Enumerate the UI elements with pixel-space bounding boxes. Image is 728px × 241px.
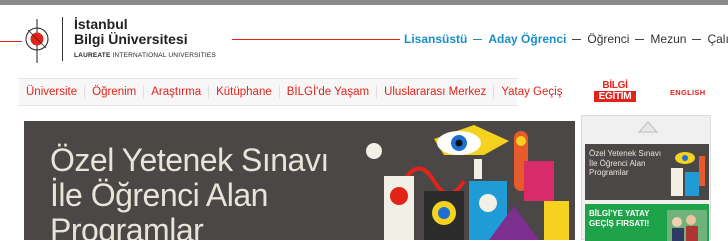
- audience-nav: Lisansüstü Aday Öğrenci Öğrenci Mezun Ça…: [404, 32, 728, 46]
- logo-subtitle-bold: LAUREATE: [74, 52, 111, 59]
- nav-separator: [473, 38, 483, 40]
- hero-title-line1: Özel Yetenek Sınavı: [50, 142, 329, 178]
- sidebar-card1-line1: Özel Yetenek Sınavı: [589, 149, 662, 158]
- logo-subtitle: LAUREATE INTERNATIONAL UNIVERSITIES: [74, 52, 216, 59]
- nav-aday-ogrenci[interactable]: Aday Öğrenci: [488, 32, 566, 46]
- sidebar-carousel: Özel Yetenek Sınavı İle Öğrenci Alan Pro…: [581, 115, 711, 241]
- sidebar-card1-line2: İle Öğrenci Alan: [589, 158, 646, 168]
- hero-banner[interactable]: Özel Yetenek Sınavı İle Öğrenci Alan Pro…: [24, 121, 575, 240]
- sidebar-card1-art-icon: [671, 152, 705, 196]
- sidebar-card2-title: BİLGİ'YE YATAY GEÇİŞ FIRSATI!: [589, 209, 649, 228]
- sidebar-card2-line2: GEÇİŞ FIRSATI!: [589, 218, 650, 228]
- main-nav-uluslararasi-merkez[interactable]: Uluslararası Merkez: [377, 85, 495, 99]
- logo-subtitle-rest: INTERNATIONAL UNIVERSITIES: [110, 52, 216, 59]
- bilgi-egitim-line2: EĞİTİM: [594, 91, 636, 102]
- bilgi-egitim-link[interactable]: BİLGİ EĞİTİM: [594, 80, 636, 104]
- main-nav-kutuphane[interactable]: Kütüphane: [209, 85, 280, 99]
- nav-separator: [572, 38, 582, 40]
- site-header: İstanbul Bilgi Üniversitesi LAUREATE INT…: [0, 5, 728, 75]
- main-nav-yatay-gecis[interactable]: Yatay Geçiş: [494, 85, 569, 99]
- nav-ogrenci[interactable]: Öğrenci: [587, 32, 629, 46]
- sidebar-card1-line3: Programlar: [589, 168, 629, 177]
- logo-divider: [62, 17, 63, 61]
- university-logo-icon[interactable]: [24, 19, 50, 63]
- main-nav-universite[interactable]: Üniversite: [19, 85, 86, 99]
- sidebar-card-yatay-gecis[interactable]: BİLGİ'YE YATAY GEÇİŞ FIRSATI!: [585, 204, 709, 241]
- nav-separator: [635, 38, 645, 40]
- header-rule-left: [0, 41, 22, 42]
- nav-separator: [692, 38, 702, 40]
- hero-title-line3: Programlar: [50, 212, 204, 241]
- sidebar-card1-title: Özel Yetenek Sınavı İle Öğrenci Alan Pro…: [589, 149, 661, 178]
- nav-mezun[interactable]: Mezun: [650, 32, 686, 46]
- carousel-up-arrow-icon[interactable]: [638, 121, 658, 133]
- hero-title: Özel Yetenek Sınavı İle Öğrenci Alan Pro…: [50, 142, 329, 241]
- hero-illustration-icon: [366, 125, 569, 240]
- language-switch-english[interactable]: ENGLISH: [670, 88, 705, 97]
- sidebar-card2-line1: BİLGİ'YE YATAY: [589, 209, 650, 218]
- main-nav: Üniversite Öğrenim Araştırma Kütüphane B…: [19, 78, 562, 106]
- nav-lisansustu[interactable]: Lisansüstü: [404, 32, 467, 46]
- nav-calisan[interactable]: Çalışan: [707, 32, 728, 46]
- logo-title-line1[interactable]: İstanbul: [74, 17, 128, 32]
- bilgi-egitim-line1: BİLGİ: [602, 80, 628, 91]
- main-nav-ogrenim[interactable]: Öğrenim: [85, 85, 145, 99]
- sidebar-card-ozel-yetenek[interactable]: Özel Yetenek Sınavı İle Öğrenci Alan Pro…: [585, 144, 709, 200]
- header-rule-mid: [232, 39, 400, 40]
- main-nav-arastirma[interactable]: Araştırma: [144, 85, 210, 99]
- logo-title-line2[interactable]: Bilgi Üniversitesi: [74, 32, 188, 47]
- main-nav-bilgide-yasam[interactable]: BİLGİ'de Yaşam: [280, 85, 378, 99]
- hero-title-line2: İle Öğrenci Alan: [50, 177, 268, 213]
- sidebar-card2-photo-icon: [667, 210, 707, 241]
